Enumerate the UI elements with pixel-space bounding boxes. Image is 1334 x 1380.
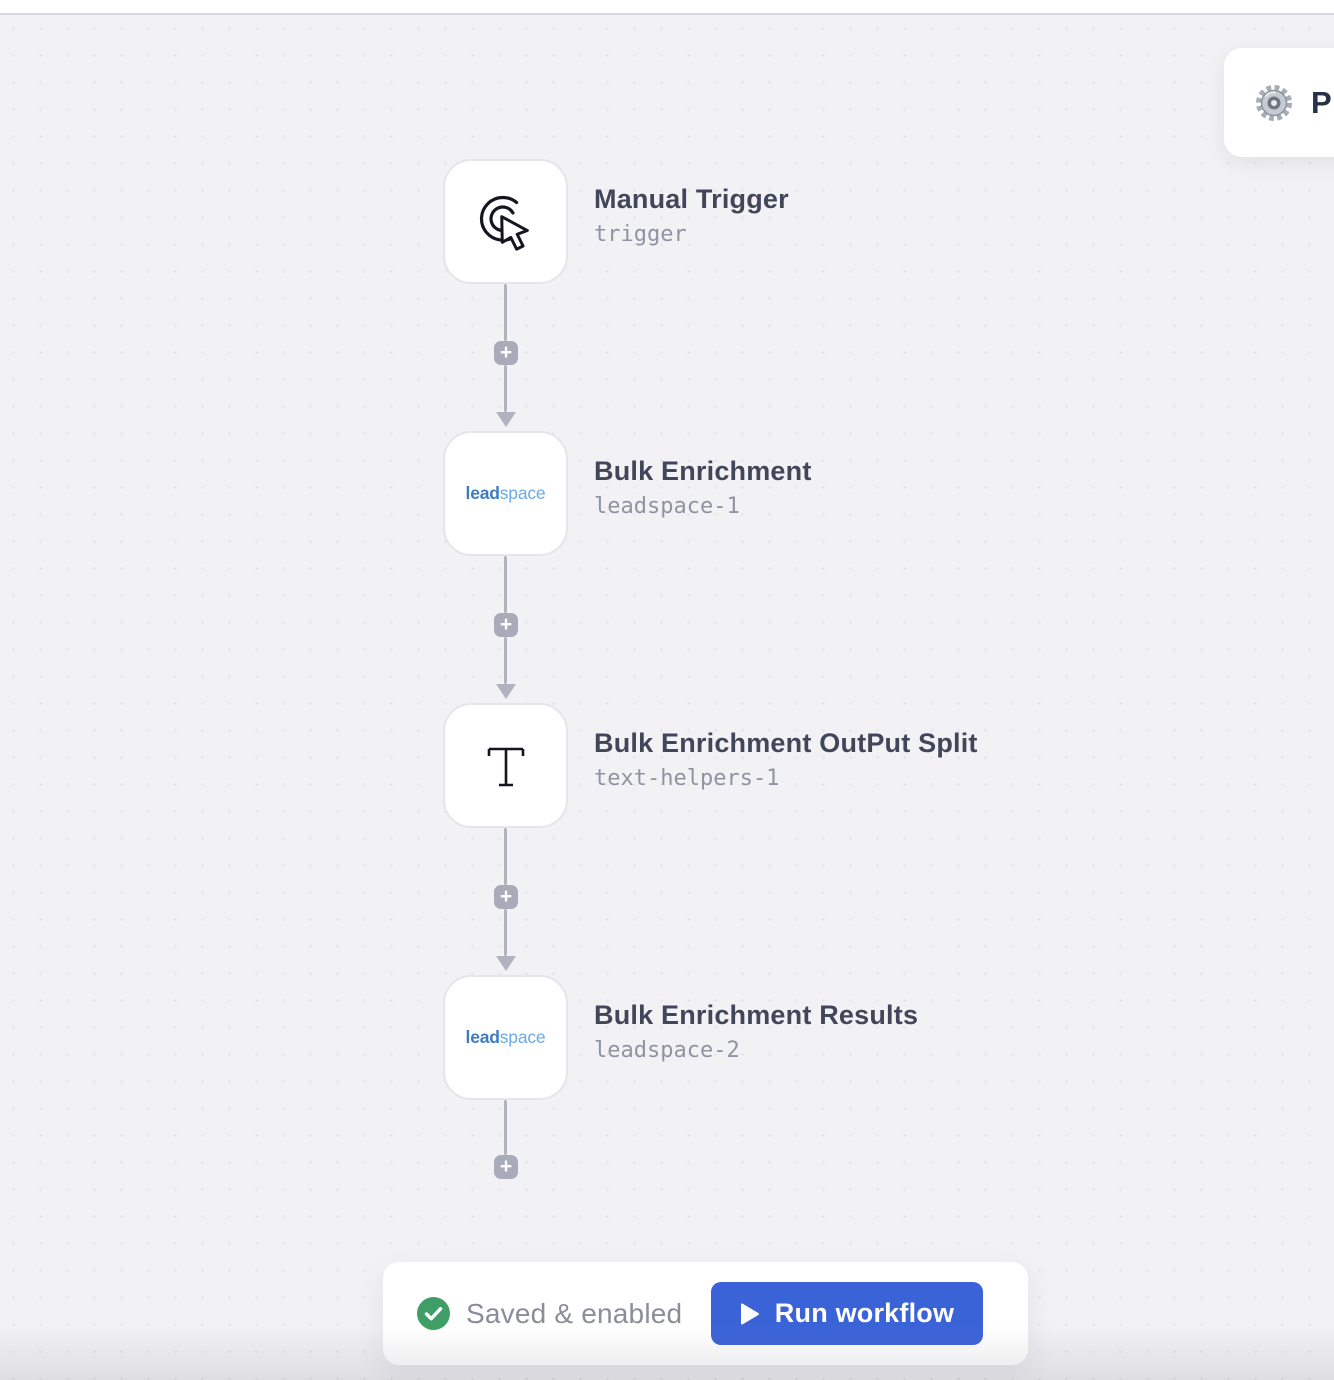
node-title: Bulk Enrichment OutPut Split: [594, 726, 978, 760]
top-window-strip: [0, 0, 1334, 13]
add-step-button[interactable]: +: [494, 1155, 518, 1179]
connector-trailing: +: [494, 1100, 518, 1181]
status-text: Saved & enabled: [466, 1298, 682, 1330]
node-subtitle: trigger: [594, 221, 789, 249]
add-step-button[interactable]: +: [494, 885, 518, 909]
connector: +: [494, 284, 518, 431]
leadspace-logo-light: space: [500, 1027, 546, 1047]
node-title: Bulk Enrichment Results: [594, 998, 918, 1032]
connector-line: [504, 1100, 507, 1155]
click-cursor-icon: [474, 190, 538, 254]
node-leadspace-2[interactable]: leadspace: [443, 975, 568, 1100]
arrow-down-icon: [496, 684, 516, 699]
arrow-down-icon: [496, 956, 516, 971]
connector: +: [494, 556, 518, 703]
check-circle-icon: [417, 1297, 450, 1330]
workflow-canvas: Pr Manual Trigger trigger + leadspace Bu…: [0, 0, 1334, 1380]
node-manual-trigger-text: Manual Trigger trigger: [594, 182, 789, 249]
connector-line: [504, 284, 507, 341]
connector: +: [494, 828, 518, 975]
play-icon: [740, 1303, 760, 1325]
leadspace-logo: leadspace: [466, 483, 546, 504]
node-subtitle: leadspace-1: [594, 493, 812, 521]
leadspace-logo-bold: lead: [466, 1027, 500, 1047]
top-divider: [0, 13, 1334, 15]
add-step-button[interactable]: +: [494, 341, 518, 365]
connector-line: [504, 556, 507, 613]
connector-line: [504, 909, 507, 956]
properties-panel-button[interactable]: Pr: [1224, 48, 1334, 157]
node-text-helpers-1-text: Bulk Enrichment OutPut Split text-helper…: [594, 726, 978, 793]
node-title: Manual Trigger: [594, 182, 789, 216]
connector-line: [504, 637, 507, 684]
connector-line: [504, 365, 507, 412]
properties-panel-label: Pr: [1311, 85, 1334, 121]
add-step-button[interactable]: +: [494, 613, 518, 637]
workflow-status-bar: Saved & enabled Run workflow: [383, 1262, 1028, 1365]
gear-icon: [1254, 83, 1294, 123]
node-leadspace-1-text: Bulk Enrichment leadspace-1: [594, 454, 812, 521]
node-subtitle: leadspace-2: [594, 1037, 918, 1065]
leadspace-logo-light: space: [500, 483, 546, 503]
run-workflow-label: Run workflow: [775, 1298, 954, 1329]
serif-t-icon: [476, 736, 536, 796]
node-leadspace-1[interactable]: leadspace: [443, 431, 568, 556]
node-text-helpers-1[interactable]: [443, 703, 568, 828]
node-manual-trigger[interactable]: [443, 159, 568, 284]
leadspace-logo-bold: lead: [466, 483, 500, 503]
connector-line: [504, 828, 507, 885]
node-subtitle: text-helpers-1: [594, 765, 978, 793]
node-leadspace-2-text: Bulk Enrichment Results leadspace-2: [594, 998, 918, 1065]
arrow-down-icon: [496, 412, 516, 427]
node-title: Bulk Enrichment: [594, 454, 812, 488]
run-workflow-button[interactable]: Run workflow: [711, 1282, 983, 1345]
leadspace-logo: leadspace: [466, 1027, 546, 1048]
